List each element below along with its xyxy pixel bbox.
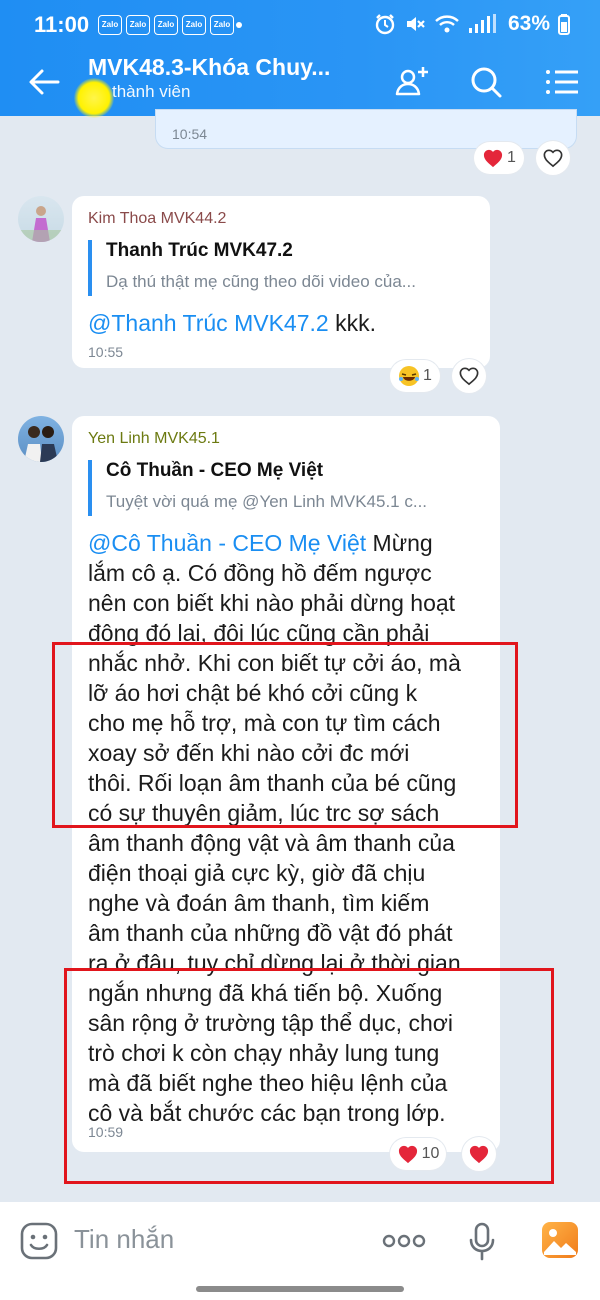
message-input[interactable]: Tin nhắn bbox=[74, 1224, 174, 1255]
top-bar: 11:00 Zalo Zalo Zalo Zalo Zalo 63% MVK48… bbox=[0, 0, 600, 118]
battery-icon bbox=[558, 14, 570, 35]
microphone-icon[interactable] bbox=[468, 1222, 496, 1262]
sticker-icon[interactable] bbox=[20, 1222, 58, 1260]
highlight-box bbox=[64, 968, 554, 1184]
signal-icon bbox=[468, 14, 496, 33]
group-title[interactable]: MVK48.3-Khóa Chuy... bbox=[88, 54, 330, 81]
highlight-box bbox=[52, 642, 518, 828]
highlight-marker bbox=[74, 78, 114, 118]
status-time: 11:00 bbox=[34, 12, 90, 37]
alarm-icon bbox=[375, 14, 395, 35]
status-bar: 11:00 Zalo Zalo Zalo Zalo Zalo 63% bbox=[0, 0, 600, 48]
zalo-notification-icon: Zalo bbox=[126, 15, 150, 35]
notification-icons: Zalo Zalo Zalo Zalo Zalo bbox=[98, 15, 234, 35]
message-bubble[interactable]: Kim Thoa MVK44.2 Thanh Trúc MVK47.2 Dạ t… bbox=[72, 196, 490, 368]
like-button[interactable] bbox=[452, 359, 486, 393]
quoted-sender: Cô Thuần - CEO Mẹ Việt bbox=[106, 460, 324, 481]
quoted-message[interactable]: Cô Thuần - CEO Mẹ Việt Tuyệt vời quá mẹ … bbox=[88, 460, 498, 516]
sender-name: Kim Thoa MVK44.2 bbox=[88, 210, 227, 227]
wifi-icon bbox=[435, 15, 459, 33]
mute-icon bbox=[406, 17, 425, 31]
message-body: kkk. bbox=[328, 310, 376, 336]
reaction-summary[interactable]: 1 bbox=[474, 142, 524, 174]
sender-name: Yen Linh MVK45.1 bbox=[88, 430, 220, 447]
message-line: @Cô Thuần - CEO Mẹ Việt Mừng bbox=[88, 530, 433, 556]
zalo-notification-icon: Zalo bbox=[98, 15, 122, 35]
reaction-summary[interactable]: 1 bbox=[390, 360, 440, 392]
zalo-notification-icon: Zalo bbox=[154, 15, 178, 35]
message-text: @Thanh Trúc MVK47.2 kkk. bbox=[88, 308, 376, 338]
reaction-count: 1 bbox=[507, 149, 516, 166]
reaction-count: 1 bbox=[423, 367, 432, 384]
quoted-text: Dạ thú thật mẹ cũng theo dõi video của..… bbox=[106, 272, 416, 291]
member-count[interactable]: thành viên bbox=[112, 82, 190, 102]
heart-icon bbox=[483, 149, 503, 168]
more-notifications-dot bbox=[236, 22, 242, 28]
search-icon[interactable] bbox=[466, 62, 506, 102]
quoted-text: Tuyệt vời quá mẹ @Yen Linh MVK45.1 c... bbox=[106, 492, 428, 511]
message-line: âm thanh động vật và âm thanh của bbox=[88, 830, 455, 856]
message-line: nên con biết khi nào phải dừng hoạt bbox=[88, 590, 456, 616]
back-arrow-icon[interactable] bbox=[24, 62, 64, 102]
zalo-notification-icon: Zalo bbox=[182, 15, 206, 35]
message-time: 10:55 bbox=[88, 344, 124, 360]
avatar[interactable] bbox=[18, 196, 64, 242]
message-line: điện thoại giả cực kỳ, giờ đã chịu bbox=[88, 860, 426, 886]
image-gallery-icon[interactable] bbox=[540, 1220, 580, 1260]
add-member-icon[interactable] bbox=[392, 62, 432, 102]
chat-header: MVK48.3-Khóa Chuy... thành viên bbox=[0, 48, 600, 118]
message-line: âm thanh của những đồ vật đó phát bbox=[88, 920, 453, 946]
home-indicator[interactable] bbox=[196, 1286, 404, 1292]
quoted-sender: Thanh Trúc MVK47.2 bbox=[106, 240, 293, 261]
message-line: lắm cô ạ. Có đồng hồ đếm ngược bbox=[88, 560, 432, 586]
message-line: nghe và đoán âm thanh, tìm kiếm bbox=[88, 890, 430, 916]
avatar[interactable] bbox=[18, 416, 64, 462]
like-button[interactable] bbox=[536, 141, 570, 175]
message-time: 10:54 bbox=[172, 126, 208, 142]
laugh-emoji-icon bbox=[399, 366, 420, 386]
mention-link[interactable]: @Thanh Trúc MVK47.2 bbox=[88, 310, 329, 336]
battery-level: 63% bbox=[507, 12, 550, 35]
menu-list-icon[interactable] bbox=[542, 62, 582, 102]
more-icon[interactable] bbox=[382, 1234, 426, 1248]
heart-outline-icon bbox=[459, 367, 479, 386]
zalo-notification-icon: Zalo bbox=[210, 15, 234, 35]
mention-link[interactable]: @Cô Thuần - CEO Mẹ Việt bbox=[88, 530, 366, 556]
quoted-message[interactable]: Thanh Trúc MVK47.2 Dạ thú thật mẹ cũng t… bbox=[88, 240, 486, 296]
heart-outline-icon bbox=[543, 149, 563, 168]
status-right: 63% bbox=[374, 10, 570, 38]
